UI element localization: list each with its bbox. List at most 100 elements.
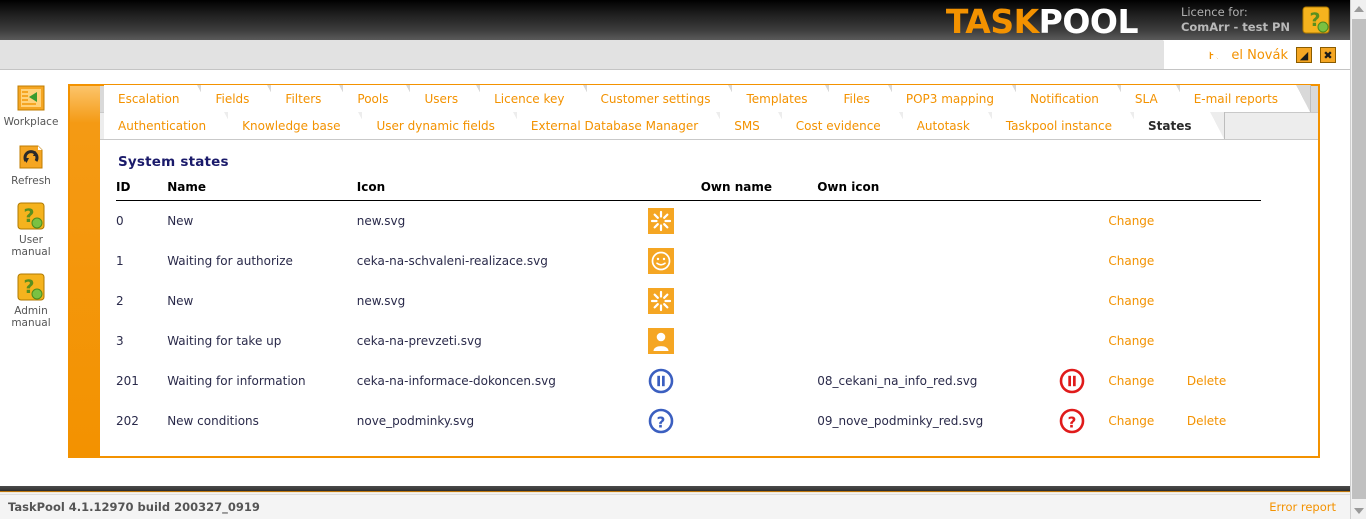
app-footer: TaskPool 4.1.12970 build 200327_0919 Err…	[0, 494, 1350, 519]
panel-accent-bar	[70, 86, 100, 456]
column-header-own-name: Own name	[700, 180, 818, 201]
tab-cost-evidence[interactable]: Cost evidence	[781, 112, 914, 139]
logout-arrow-icon[interactable]: ◢	[1296, 47, 1312, 63]
sidebar-item-label-admin-manual-2: manual	[11, 317, 51, 329]
tab-row-secondary: Authentication Knowledge base User dynamic…	[100, 112, 1318, 140]
sidebar-item-label-admin-manual-1: Admin	[14, 305, 48, 317]
tab-customer-settings[interactable]: Customer settings	[586, 85, 744, 112]
change-link[interactable]: Change	[1108, 334, 1154, 348]
cell-icon-filename: new.svg	[356, 293, 406, 308]
licence-info: Licence for: ComArr - test PN	[1181, 5, 1290, 35]
main-panel: Escalation Fields Filters Pools Users Licence…	[68, 84, 1320, 458]
tab-templates[interactable]: Templates	[732, 85, 841, 112]
sidebar-item-refresh[interactable]: Refresh	[0, 142, 62, 187]
table-row: 1 Waiting for authorize ceka-na-schvaleni-…	[116, 241, 1261, 281]
table-header-row: ID Name Icon Own name Own icon	[116, 180, 1261, 201]
change-link[interactable]: Change	[1108, 414, 1154, 428]
cell-name: New	[167, 213, 194, 228]
cell-system-icon	[622, 201, 701, 241]
cell-change-action: Change	[1108, 281, 1186, 321]
cell-icon-filename: ceka-na-prevzeti.svg	[356, 333, 482, 348]
left-sidebar: Workplace Refresh ? User manual ? Admin …	[0, 71, 62, 489]
cell-name: New	[167, 293, 194, 308]
tab-taskpool-instance[interactable]: Taskpool instance	[991, 112, 1146, 139]
tab-licence-key[interactable]: Licence key	[480, 85, 598, 112]
cell-own-name	[701, 201, 818, 241]
cell-id: 202	[116, 413, 139, 428]
tab-knowledge-base[interactable]: Knowledge base	[228, 112, 374, 139]
cell-change-action: Change	[1108, 401, 1186, 441]
tab-label: Knowledge base	[242, 118, 341, 133]
column-header-icon-img	[621, 180, 701, 201]
tab-states[interactable]: States	[1134, 112, 1224, 139]
pause-circle-icon	[648, 368, 674, 394]
tab-label: Customer settings	[600, 91, 711, 106]
page-scrollbar[interactable]	[1350, 0, 1366, 519]
tab-escalation[interactable]: Escalation	[104, 85, 214, 112]
change-link[interactable]: Change	[1108, 294, 1154, 308]
tab-external-database-manager[interactable]: External Database Manager	[516, 112, 732, 139]
question-help-icon[interactable]: ?	[1302, 6, 1330, 34]
tab-label: Authentication	[118, 118, 207, 133]
table-row: 2 New new.svg Change	[116, 281, 1261, 321]
scrollbar-thumb[interactable]	[1352, 19, 1366, 499]
cell-own-icon-filename: 08_cekani_na_info_red.svg	[817, 373, 978, 388]
delete-link[interactable]: Delete	[1187, 374, 1226, 388]
sidebar-item-workplace[interactable]: Workplace	[0, 83, 62, 128]
column-header-id: ID	[116, 180, 168, 201]
system-states-table: ID Name Icon Own name Own icon 0 New new.s…	[116, 180, 1261, 441]
delete-link[interactable]: Delete	[1187, 414, 1226, 428]
cell-icon-filename: ceka-na-informace-dokoncen.svg	[356, 373, 556, 388]
close-x-icon[interactable]: ✖	[1320, 47, 1336, 63]
sidebar-item-admin-manual[interactable]: ? Admin manual	[0, 272, 62, 329]
tab-users[interactable]: Users	[410, 85, 491, 112]
scroll-down-arrow-icon[interactable]	[1351, 502, 1366, 519]
tab-sms[interactable]: SMS	[720, 112, 793, 139]
cell-delete-action	[1187, 321, 1261, 361]
sidebar-item-label-user-manual-2: manual	[11, 246, 51, 258]
cell-own-icon	[1036, 281, 1108, 321]
logo-task-text: TASK	[945, 2, 1039, 41]
licence-value: ComArr - test PN	[1180, 20, 1290, 34]
user-bar: Pavel Novák ◢ ✖	[0, 40, 1350, 70]
page-title: System states	[118, 154, 229, 170]
tab-fields[interactable]: Fields	[201, 85, 283, 112]
column-header-change	[1108, 180, 1187, 201]
change-link[interactable]: Change	[1108, 254, 1154, 268]
starburst-icon	[648, 287, 675, 314]
tab-files[interactable]: Files	[829, 85, 904, 112]
tab-pools[interactable]: Pools	[343, 85, 422, 112]
tab-sla[interactable]: SLA	[1120, 85, 1191, 112]
cell-delete-action	[1187, 281, 1261, 321]
admin-manual-icon: ?	[16, 272, 46, 302]
sidebar-item-user-manual[interactable]: ? User manual	[0, 201, 62, 258]
cell-own-name	[701, 361, 818, 401]
tab-label: States	[1148, 118, 1192, 133]
tab-user-dynamic-fields[interactable]: User dynamic fields	[362, 112, 529, 139]
cell-own-icon	[1036, 361, 1108, 401]
change-link[interactable]: Change	[1108, 374, 1154, 388]
change-link[interactable]: Change	[1108, 214, 1154, 228]
column-header-own-icon-img	[1036, 180, 1109, 201]
person-icon	[648, 327, 675, 354]
cell-change-action: Change	[1108, 321, 1186, 361]
sidebar-item-label-workplace: Workplace	[3, 116, 59, 128]
cell-id: 0	[116, 213, 124, 228]
cell-icon-filename: new.svg	[356, 213, 406, 228]
cell-delete-action: Delete	[1187, 401, 1261, 441]
cell-name: Waiting for information	[167, 373, 306, 388]
tab-autotask[interactable]: Autotask	[902, 112, 1003, 139]
tab-label: Licence key	[494, 91, 565, 106]
tab-pop3-mapping[interactable]: POP3 mapping	[891, 85, 1028, 112]
panel-content: System states ID Name Icon Own name Own …	[100, 140, 1318, 441]
cell-own-icon-filename	[817, 321, 1036, 361]
cell-own-icon	[1036, 241, 1108, 281]
tab-e-mail-reports[interactable]: E-mail reports	[1179, 85, 1312, 112]
user-manual-icon: ?	[16, 201, 46, 231]
scroll-up-arrow-icon[interactable]	[1351, 0, 1366, 17]
cell-icon-filename: ceka-na-schvaleni-realizace.svg	[356, 253, 548, 268]
tab-notification[interactable]: Notification	[1016, 85, 1132, 112]
error-report-link[interactable]: Error report	[1269, 500, 1336, 514]
tab-authentication[interactable]: Authentication	[104, 112, 240, 139]
tab-filters[interactable]: Filters	[271, 85, 355, 112]
